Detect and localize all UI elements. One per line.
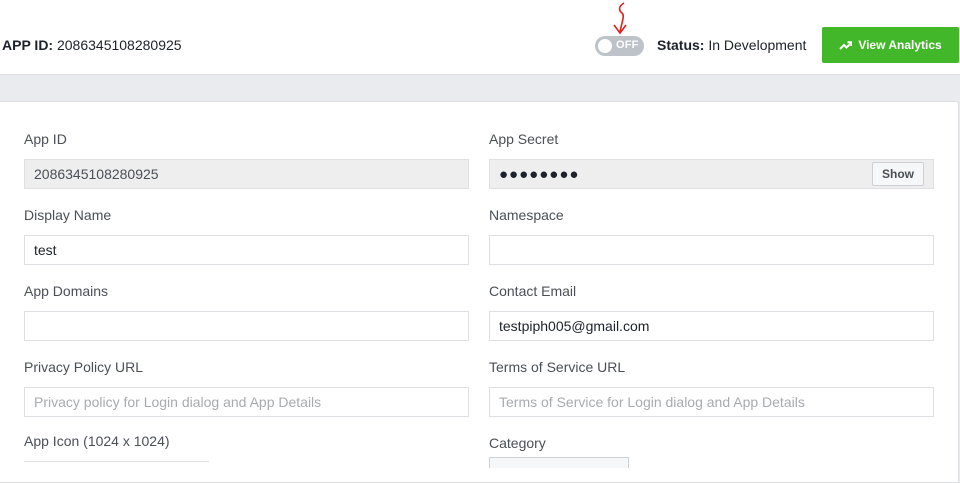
privacy-policy-input[interactable]: Privacy policy for Login dialog and App … — [24, 387, 469, 417]
app-icon-field: App Icon (1024 x 1024) — [24, 433, 469, 453]
app-secret-label: App Secret — [489, 131, 559, 147]
contact-email-label: Contact Email — [489, 283, 577, 299]
status-value: In Development — [708, 37, 807, 53]
privacy-policy-label: Privacy Policy URL — [24, 359, 144, 375]
app-domains-field: App Domains — [24, 283, 469, 341]
app-id-value: 2086345108280925 — [56, 37, 182, 53]
toggle-knob — [598, 39, 612, 53]
category-label: Category — [489, 435, 546, 451]
terms-of-service-label: Terms of Service URL — [489, 359, 626, 375]
terms-of-service-field: Terms of Service URL Terms of Service fo… — [489, 359, 934, 417]
category-select[interactable] — [489, 457, 629, 468]
show-secret-button[interactable]: Show — [872, 162, 924, 186]
toggle-state-label: OFF — [616, 39, 639, 51]
view-analytics-label: View Analytics — [858, 38, 942, 52]
namespace-label: Namespace — [489, 207, 564, 223]
status-label: Status: — [657, 37, 705, 53]
namespace-input[interactable] — [489, 235, 934, 265]
live-mode-toggle[interactable]: OFF — [595, 36, 644, 56]
annotation-arrow-icon — [613, 2, 627, 35]
app-header: APP ID: 2086345108280925 OFF Status: In … — [0, 0, 960, 75]
app-secret-input: ●●●●●●●● Show — [489, 159, 934, 189]
app-id-field: App ID 2086345108280925 — [24, 131, 469, 189]
app-domains-input[interactable] — [24, 311, 469, 341]
app-secret-field: App Secret ●●●●●●●● Show — [489, 131, 934, 189]
display-name-input[interactable]: test — [24, 235, 469, 265]
app-id-display: APP ID: 2086345108280925 — [2, 37, 182, 53]
app-secret-masked-value: ●●●●●●●● — [499, 165, 580, 183]
terms-of-service-input[interactable]: Terms of Service for Login dialog and Ap… — [489, 387, 934, 417]
app-id-label: APP ID: — [2, 37, 54, 53]
contact-email-input[interactable]: testpiph005@gmail.com — [489, 311, 934, 341]
app-domains-label: App Domains — [24, 283, 109, 299]
app-id-field-label: App ID — [24, 131, 67, 147]
trending-up-icon — [839, 40, 853, 50]
app-icon-label: App Icon (1024 x 1024) — [24, 433, 170, 449]
app-status: Status: In Development — [657, 37, 806, 53]
view-analytics-button[interactable]: View Analytics — [822, 27, 959, 63]
display-name-field: Display Name test — [24, 207, 469, 265]
app-id-input: 2086345108280925 — [24, 159, 469, 189]
category-field: Category — [489, 435, 934, 455]
contact-email-field: Contact Email testpiph005@gmail.com — [489, 283, 934, 341]
namespace-field: Namespace — [489, 207, 934, 265]
privacy-policy-field: Privacy Policy URL Privacy policy for Lo… — [24, 359, 469, 417]
display-name-label: Display Name — [24, 207, 112, 223]
